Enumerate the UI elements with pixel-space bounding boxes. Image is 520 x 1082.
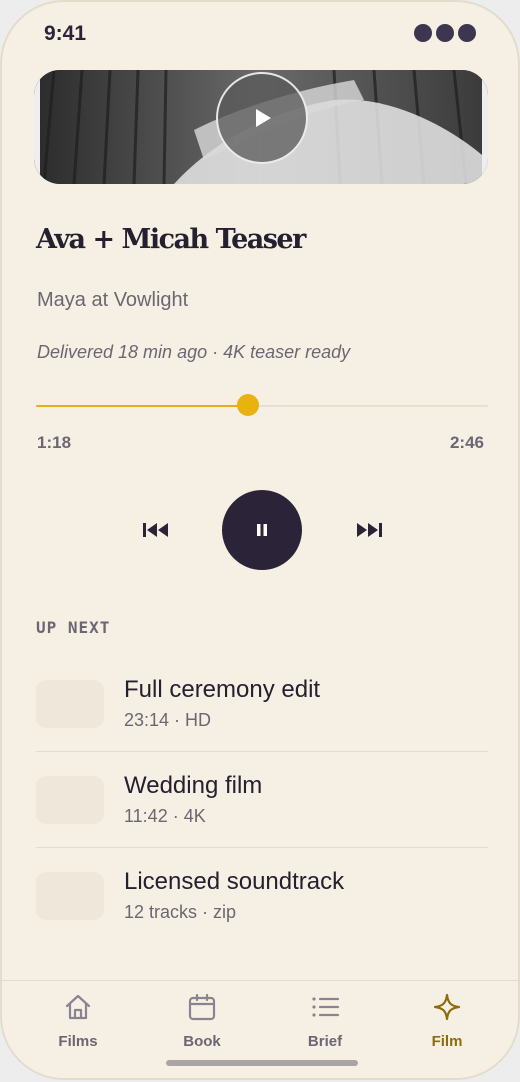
- progress-fill: [36, 405, 249, 407]
- skip-forward-icon: [357, 523, 382, 537]
- tab-label: Brief: [307, 1033, 343, 1050]
- total-time: 2:46: [449, 433, 484, 452]
- house-icon: [65, 994, 91, 1020]
- tab-label: Film: [431, 1033, 463, 1050]
- tab-brief[interactable]: Brief: [275, 991, 375, 1050]
- next-button[interactable]: [349, 510, 389, 550]
- item-thumbnail: [36, 680, 104, 728]
- tab-label: Films: [58, 1033, 98, 1050]
- tab-film[interactable]: Film: [397, 991, 497, 1050]
- list-icon: [312, 997, 340, 1017]
- previous-button[interactable]: [136, 510, 176, 550]
- home-indicator[interactable]: [166, 1060, 358, 1066]
- studio-name: Maya at Vowlight: [37, 289, 189, 311]
- current-time: 1:18: [37, 433, 72, 452]
- up-next-heading: UP NEXT: [36, 618, 111, 637]
- item-thumbnail: [36, 872, 104, 920]
- tab-label: Book: [183, 1033, 221, 1050]
- up-next-list: Full ceremony edit 23:14 · HD Wedding fi…: [36, 656, 488, 944]
- delivery-status: Delivered 18 min ago · 4K teaser ready: [37, 342, 351, 362]
- status-time: 9:41: [44, 22, 87, 45]
- video-preview[interactable]: [34, 70, 488, 184]
- list-item[interactable]: Full ceremony edit 23:14 · HD: [36, 656, 488, 752]
- pause-icon: [257, 524, 267, 536]
- skip-back-icon: [143, 523, 168, 537]
- item-meta: 23:14 · HD: [124, 710, 212, 730]
- status-dots-icon: [414, 24, 476, 42]
- progress-thumb[interactable]: [237, 394, 260, 416]
- tab-films[interactable]: Films: [28, 991, 128, 1050]
- phone-frame: 9:41 Ava + Micah Teaser Maya at Vowlight…: [0, 0, 520, 1080]
- item-title: Licensed soundtrack: [124, 868, 345, 895]
- tab-book[interactable]: Book: [152, 991, 252, 1050]
- progress-track[interactable]: [36, 394, 488, 416]
- sparkle-icon: [433, 993, 461, 1021]
- item-title: Full ceremony edit: [124, 676, 321, 703]
- item-meta: 11:42 · 4K: [124, 806, 206, 826]
- play-button[interactable]: [216, 72, 308, 164]
- list-item[interactable]: Wedding film 11:42 · 4K: [36, 752, 488, 848]
- item-meta: 12 tracks · zip: [124, 902, 237, 922]
- item-title: Wedding film: [124, 772, 263, 799]
- pause-button[interactable]: [222, 490, 302, 570]
- play-icon: [256, 109, 271, 127]
- calendar-icon: [188, 993, 216, 1021]
- item-thumbnail: [36, 776, 104, 824]
- list-item[interactable]: Licensed soundtrack 12 tracks · zip: [36, 848, 488, 944]
- tab-bar: Films Book Brief Film: [2, 980, 518, 1078]
- film-title: Ava + Micah Teaser: [36, 224, 306, 255]
